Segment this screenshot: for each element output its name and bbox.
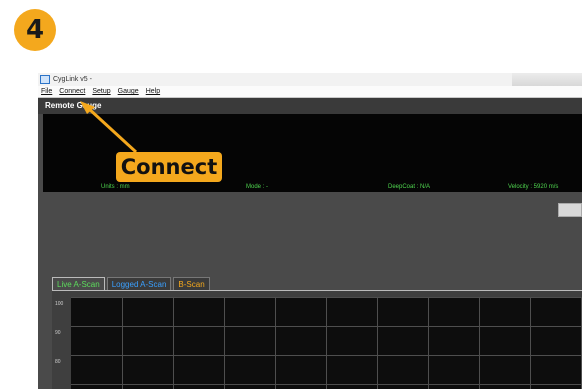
side-button[interactable] (558, 203, 582, 217)
title-bar: CygLink v5 - (38, 73, 582, 86)
mode-readout: Mode : - (246, 184, 269, 190)
y-tick-label: 80 (55, 359, 61, 365)
menu-setup[interactable]: Setup (92, 88, 110, 95)
y-tick-label: 100 (55, 301, 64, 307)
app-icon (40, 75, 50, 84)
grid-line (71, 384, 582, 385)
menu-file[interactable]: File (41, 88, 52, 95)
step-number-badge: 4 (14, 9, 56, 51)
grid-line (377, 297, 378, 389)
grid-line (224, 297, 225, 389)
grid-line (326, 297, 327, 389)
menu-connect[interactable]: Connect (59, 88, 85, 95)
a-scan-plot: 100 90 80 (52, 291, 582, 389)
grid-line (122, 297, 123, 389)
menu-bar: File Connect Setup Gauge Help (38, 86, 582, 98)
y-tick-label: 90 (55, 330, 61, 336)
connect-callout: Connect (116, 152, 222, 182)
grid-line (530, 297, 531, 389)
grid-line (479, 297, 480, 389)
remote-gauge-header: Remote Gauge (38, 98, 582, 114)
window-controls[interactable] (512, 73, 582, 86)
grid-line (275, 297, 276, 389)
grid-line (173, 297, 174, 389)
grid-line (428, 297, 429, 389)
units-readout: Units : mm (101, 184, 130, 190)
grid-line (71, 297, 582, 298)
menu-gauge[interactable]: Gauge (118, 88, 139, 95)
grid-line (71, 355, 582, 356)
grid-line (71, 326, 582, 327)
window-title: CygLink v5 - (53, 76, 92, 83)
scan-tabs: Live A-Scan Logged A-Scan B-Scan (52, 277, 212, 292)
cyglink-window: CygLink v5 - File Connect Setup Gauge He… (38, 73, 582, 389)
menu-help[interactable]: Help (146, 88, 160, 95)
deepcoat-readout: DeepCoat : N/A (388, 184, 431, 190)
velocity-readout: Velocity : 5920 m/s (508, 184, 559, 190)
plot-area (71, 297, 582, 389)
